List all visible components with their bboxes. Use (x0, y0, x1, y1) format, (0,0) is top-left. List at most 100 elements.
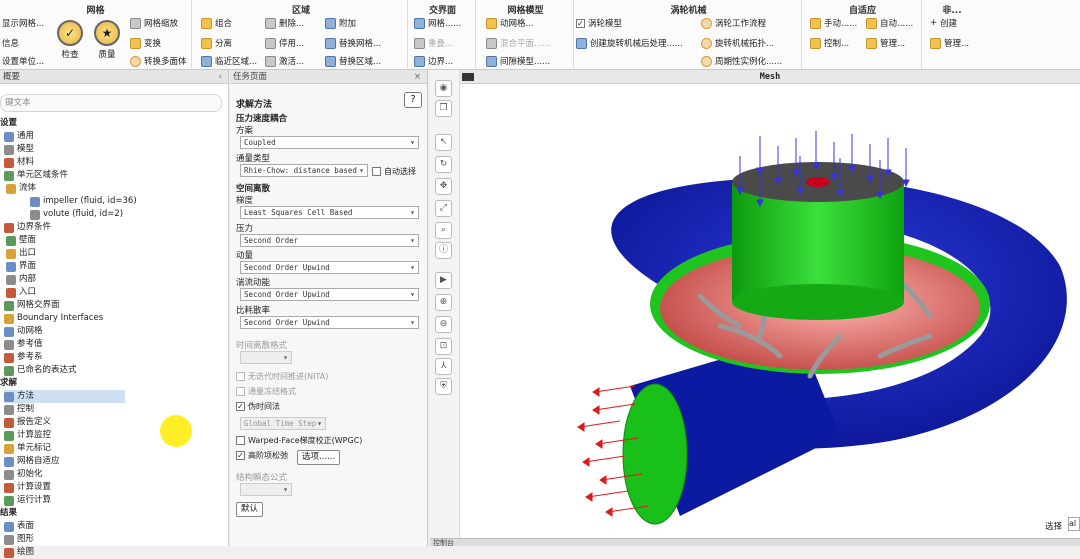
ribbon-adapt-manual[interactable]: 手动...... (810, 17, 857, 29)
tke-dropdown[interactable]: Second Order Upwind (240, 288, 419, 301)
ribbon-info[interactable]: 信息 (2, 37, 19, 49)
ribbon-replace-mesh[interactable]: 替换网格... (325, 37, 381, 49)
zoom-drag-icon[interactable]: ⤢ (435, 200, 452, 217)
tree-item[interactable]: 界面 (6, 260, 125, 273)
tree-item[interactable]: 入口 (6, 286, 125, 299)
scheme-dropdown[interactable]: Coupled (240, 136, 419, 149)
ribbon-adapt-controls[interactable]: 控制... (810, 37, 849, 49)
high-order-checkbox[interactable]: ✓ 高阶项松弛 (236, 450, 288, 461)
ribbon-turbo-post[interactable]: 创建旋转机械后处理...... (576, 37, 683, 49)
help-button[interactable]: ? (404, 92, 422, 108)
ribbon-scale[interactable]: 网格缩放 (130, 17, 178, 29)
info-icon[interactable]: ⓘ (435, 242, 452, 259)
ribbon-turbo-topology[interactable]: 旋转机械拓扑... (701, 37, 774, 49)
frozen-flux-checkbox[interactable]: 通量冻结格式 (236, 386, 296, 397)
tree-item[interactable]: 报告定义 (4, 416, 125, 429)
copy-view-icon[interactable]: ❐ (435, 100, 452, 117)
tree-item[interactable]: impeller (fluid, id=36) (30, 195, 137, 208)
ribbon-adjacency[interactable]: 临近区域... (201, 55, 257, 67)
tree-item[interactable]: 单元标记 (4, 442, 125, 455)
fit-to-window-icon[interactable]: ⊡ (435, 338, 452, 355)
ribbon-adapt-manage[interactable]: 管理... (866, 37, 905, 49)
nita-checkbox[interactable]: 无迭代时间推进(NITA) (236, 371, 328, 382)
tree-item[interactable]: 参考系 (4, 351, 125, 364)
tree-item[interactable]: 图形 (4, 533, 125, 546)
pan-icon[interactable]: ✥ (435, 178, 452, 195)
gradient-dropdown[interactable]: Least Squares Cell Based (240, 206, 419, 219)
graphics-window[interactable]: Mesh 选择 al (460, 70, 1080, 546)
ribbon-create[interactable]: + 创建 (930, 17, 957, 29)
tree-item[interactable]: 计算设置 (4, 481, 125, 494)
ribbon-gap-model[interactable]: 间隙模型...... (486, 55, 550, 67)
tree-item[interactable]: 内部 (6, 273, 125, 286)
ribbon-manage[interactable]: 管理... (930, 37, 969, 49)
tree-item[interactable]: 表面 (4, 520, 125, 533)
tree-item[interactable]: 网格交界面 (4, 299, 125, 312)
tree-item[interactable]: 绘图 (4, 546, 125, 559)
quality-button[interactable]: ★ 质量 (92, 20, 122, 60)
pseudo-transient-checkbox[interactable]: ✓ 伪时间法 (236, 401, 280, 412)
transient-dropdown[interactable] (240, 351, 292, 364)
sdr-dropdown[interactable]: Second Order Upwind (240, 316, 419, 329)
tree-item[interactable]: 控制 (4, 403, 125, 416)
tree-item[interactable]: 模型 (4, 143, 125, 156)
axes-icon[interactable]: ⅄ (435, 358, 452, 375)
tree-item[interactable]: 壁面 (6, 234, 125, 247)
tree-search-input[interactable]: 键文本 (0, 94, 222, 112)
ribbon-units[interactable]: 设置单位... (2, 55, 44, 67)
ribbon-if-mesh[interactable]: 网格...... (414, 17, 461, 29)
default-button[interactable]: 默认 (236, 502, 264, 517)
tree-item[interactable]: 参考值 (4, 338, 125, 351)
ribbon-if-boundary[interactable]: 边界... (414, 55, 453, 67)
tree-item[interactable]: 设置 (0, 117, 125, 130)
ribbon-mixing-plane[interactable]: 混合平面...... (486, 37, 550, 49)
ribbon-if-overset[interactable]: 重叠... (414, 37, 453, 49)
display-icon[interactable]: ◉ (435, 80, 452, 97)
check-button[interactable]: ✓ 检查 (55, 20, 85, 60)
ribbon-deactivate[interactable]: 停用... (265, 37, 304, 49)
ribbon-transform[interactable]: 变换 (130, 37, 161, 49)
zoom-icon[interactable]: ⌕ (435, 222, 452, 239)
tree-item[interactable]: 网格自适应 (4, 455, 125, 468)
auto-select-checkbox[interactable]: 自动选择 (372, 166, 416, 177)
tree-item[interactable]: 流体 (6, 182, 125, 195)
ribbon-adapt-auto[interactable]: 自动...... (866, 17, 913, 29)
pseudo-time-dropdown[interactable]: Global Time Step (240, 417, 326, 430)
ribbon-activate[interactable]: 激活... (265, 55, 304, 67)
ribbon-polyhedra[interactable]: 转换多面体 (130, 55, 187, 67)
ribbon-turbo-workflow[interactable]: 涡轮工作流程 (701, 17, 766, 29)
rotate-icon[interactable]: ↻ (435, 156, 452, 173)
ribbon-delete[interactable]: 删除... (265, 17, 304, 29)
tree-item[interactable]: 结果 (0, 507, 125, 520)
tree-item[interactable]: 初始化 (4, 468, 125, 481)
ribbon-display-mesh[interactable]: 显示网格... (2, 17, 44, 29)
tree-item[interactable]: 单元区域条件 (4, 169, 125, 182)
ribbon-separate[interactable]: 分离 (201, 37, 232, 49)
tree-item[interactable]: 求解 (0, 377, 125, 390)
mesh-view[interactable] (460, 86, 1080, 546)
tree-item[interactable]: 计算监控 (4, 429, 125, 442)
ribbon-combine[interactable]: 组合 (201, 17, 232, 29)
select-dropdown[interactable]: al (1068, 517, 1080, 531)
ribbon-append[interactable]: 附加 (325, 17, 356, 29)
tree-item[interactable]: 已命名的表达式 (4, 364, 125, 377)
probe-icon[interactable]: ▶ (435, 272, 452, 289)
tree-item[interactable]: volute (fluid, id=2) (30, 208, 125, 221)
tree-item[interactable]: 动网格 (4, 325, 125, 338)
pointer-icon[interactable]: ↖ (435, 134, 452, 151)
ribbon-dynamic-mesh[interactable]: 动网格... (486, 17, 534, 29)
tree-item[interactable]: Boundary Interfaces (4, 312, 125, 325)
zoom-out-icon[interactable]: ⊖ (435, 316, 452, 333)
pressure-dropdown[interactable]: Second Order (240, 234, 419, 247)
flux-type-dropdown[interactable]: Rhie-Chow: distance based (240, 164, 368, 177)
console-bar[interactable]: 控制台 (430, 538, 1080, 547)
tree-item[interactable]: 出口 (6, 247, 125, 260)
options-button[interactable]: 选项...... (297, 450, 341, 465)
zoom-in-icon[interactable]: ⊕ (435, 294, 452, 311)
structure-transient-dropdown[interactable] (240, 483, 292, 496)
lock-icon[interactable]: ⛨ (435, 378, 452, 395)
ribbon-periodic-instancing[interactable]: 周期性实例化...... (701, 55, 782, 67)
tree-item[interactable]: 运行计算 (4, 494, 125, 507)
ribbon-replace-zone[interactable]: 替换区域... (325, 55, 381, 67)
tree-item[interactable]: 材料 (4, 156, 125, 169)
